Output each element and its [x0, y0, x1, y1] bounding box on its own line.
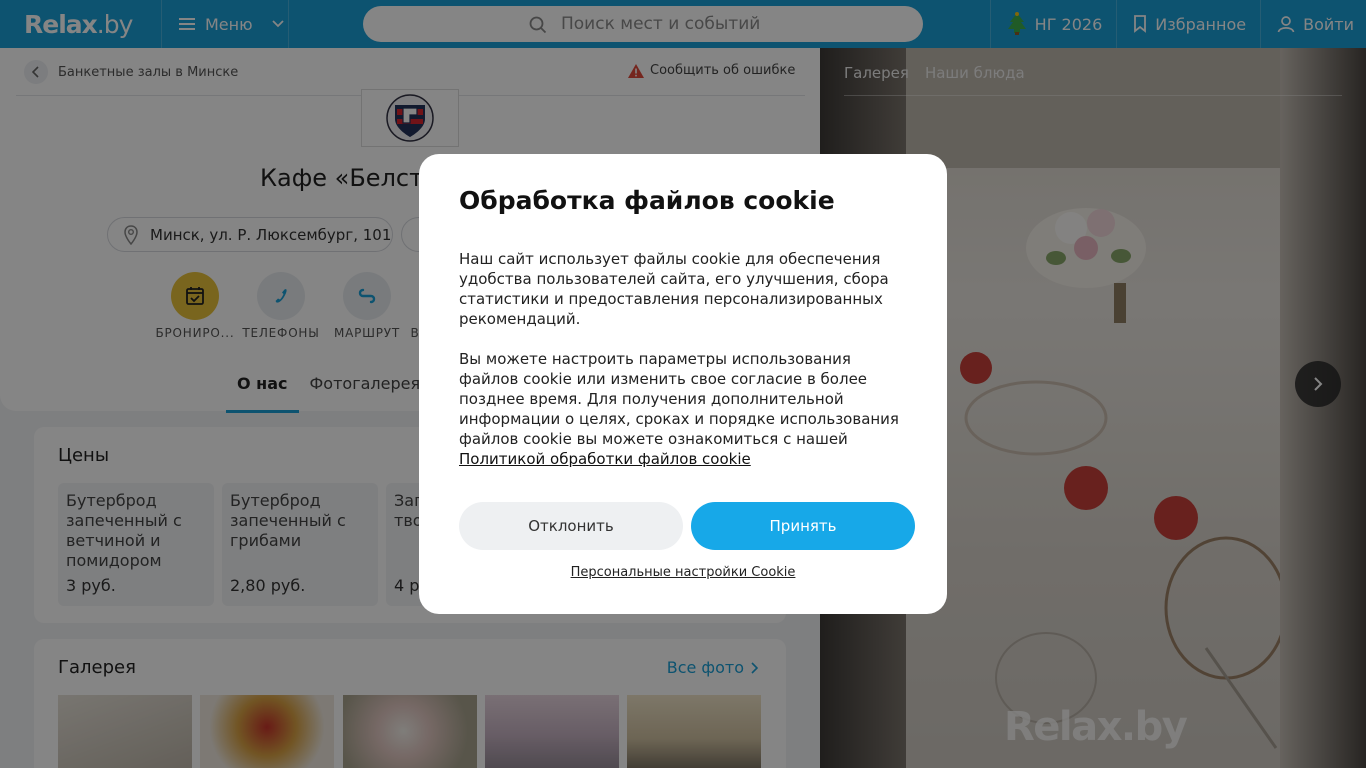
personal-cookie-settings-link[interactable]: Персональные настройки Cookie: [419, 565, 947, 580]
cookie-buttons: Отклонить Принять: [459, 502, 915, 550]
cookie-policy-link[interactable]: Политикой обработки файлов cookie: [459, 450, 751, 468]
cookie-dialog: Обработка файлов cookie Наш сайт использ…: [419, 154, 947, 614]
cookie-text-2-body: Вы можете настроить параметры использова…: [459, 350, 899, 448]
cookie-title: Обработка файлов cookie: [459, 186, 835, 215]
cookie-text-1: Наш сайт использует файлы cookie для обе…: [459, 250, 889, 328]
decline-button[interactable]: Отклонить: [459, 502, 683, 550]
cookie-text-2: Вы можете настроить параметры использова…: [459, 349, 907, 469]
accept-button[interactable]: Принять: [691, 502, 915, 550]
